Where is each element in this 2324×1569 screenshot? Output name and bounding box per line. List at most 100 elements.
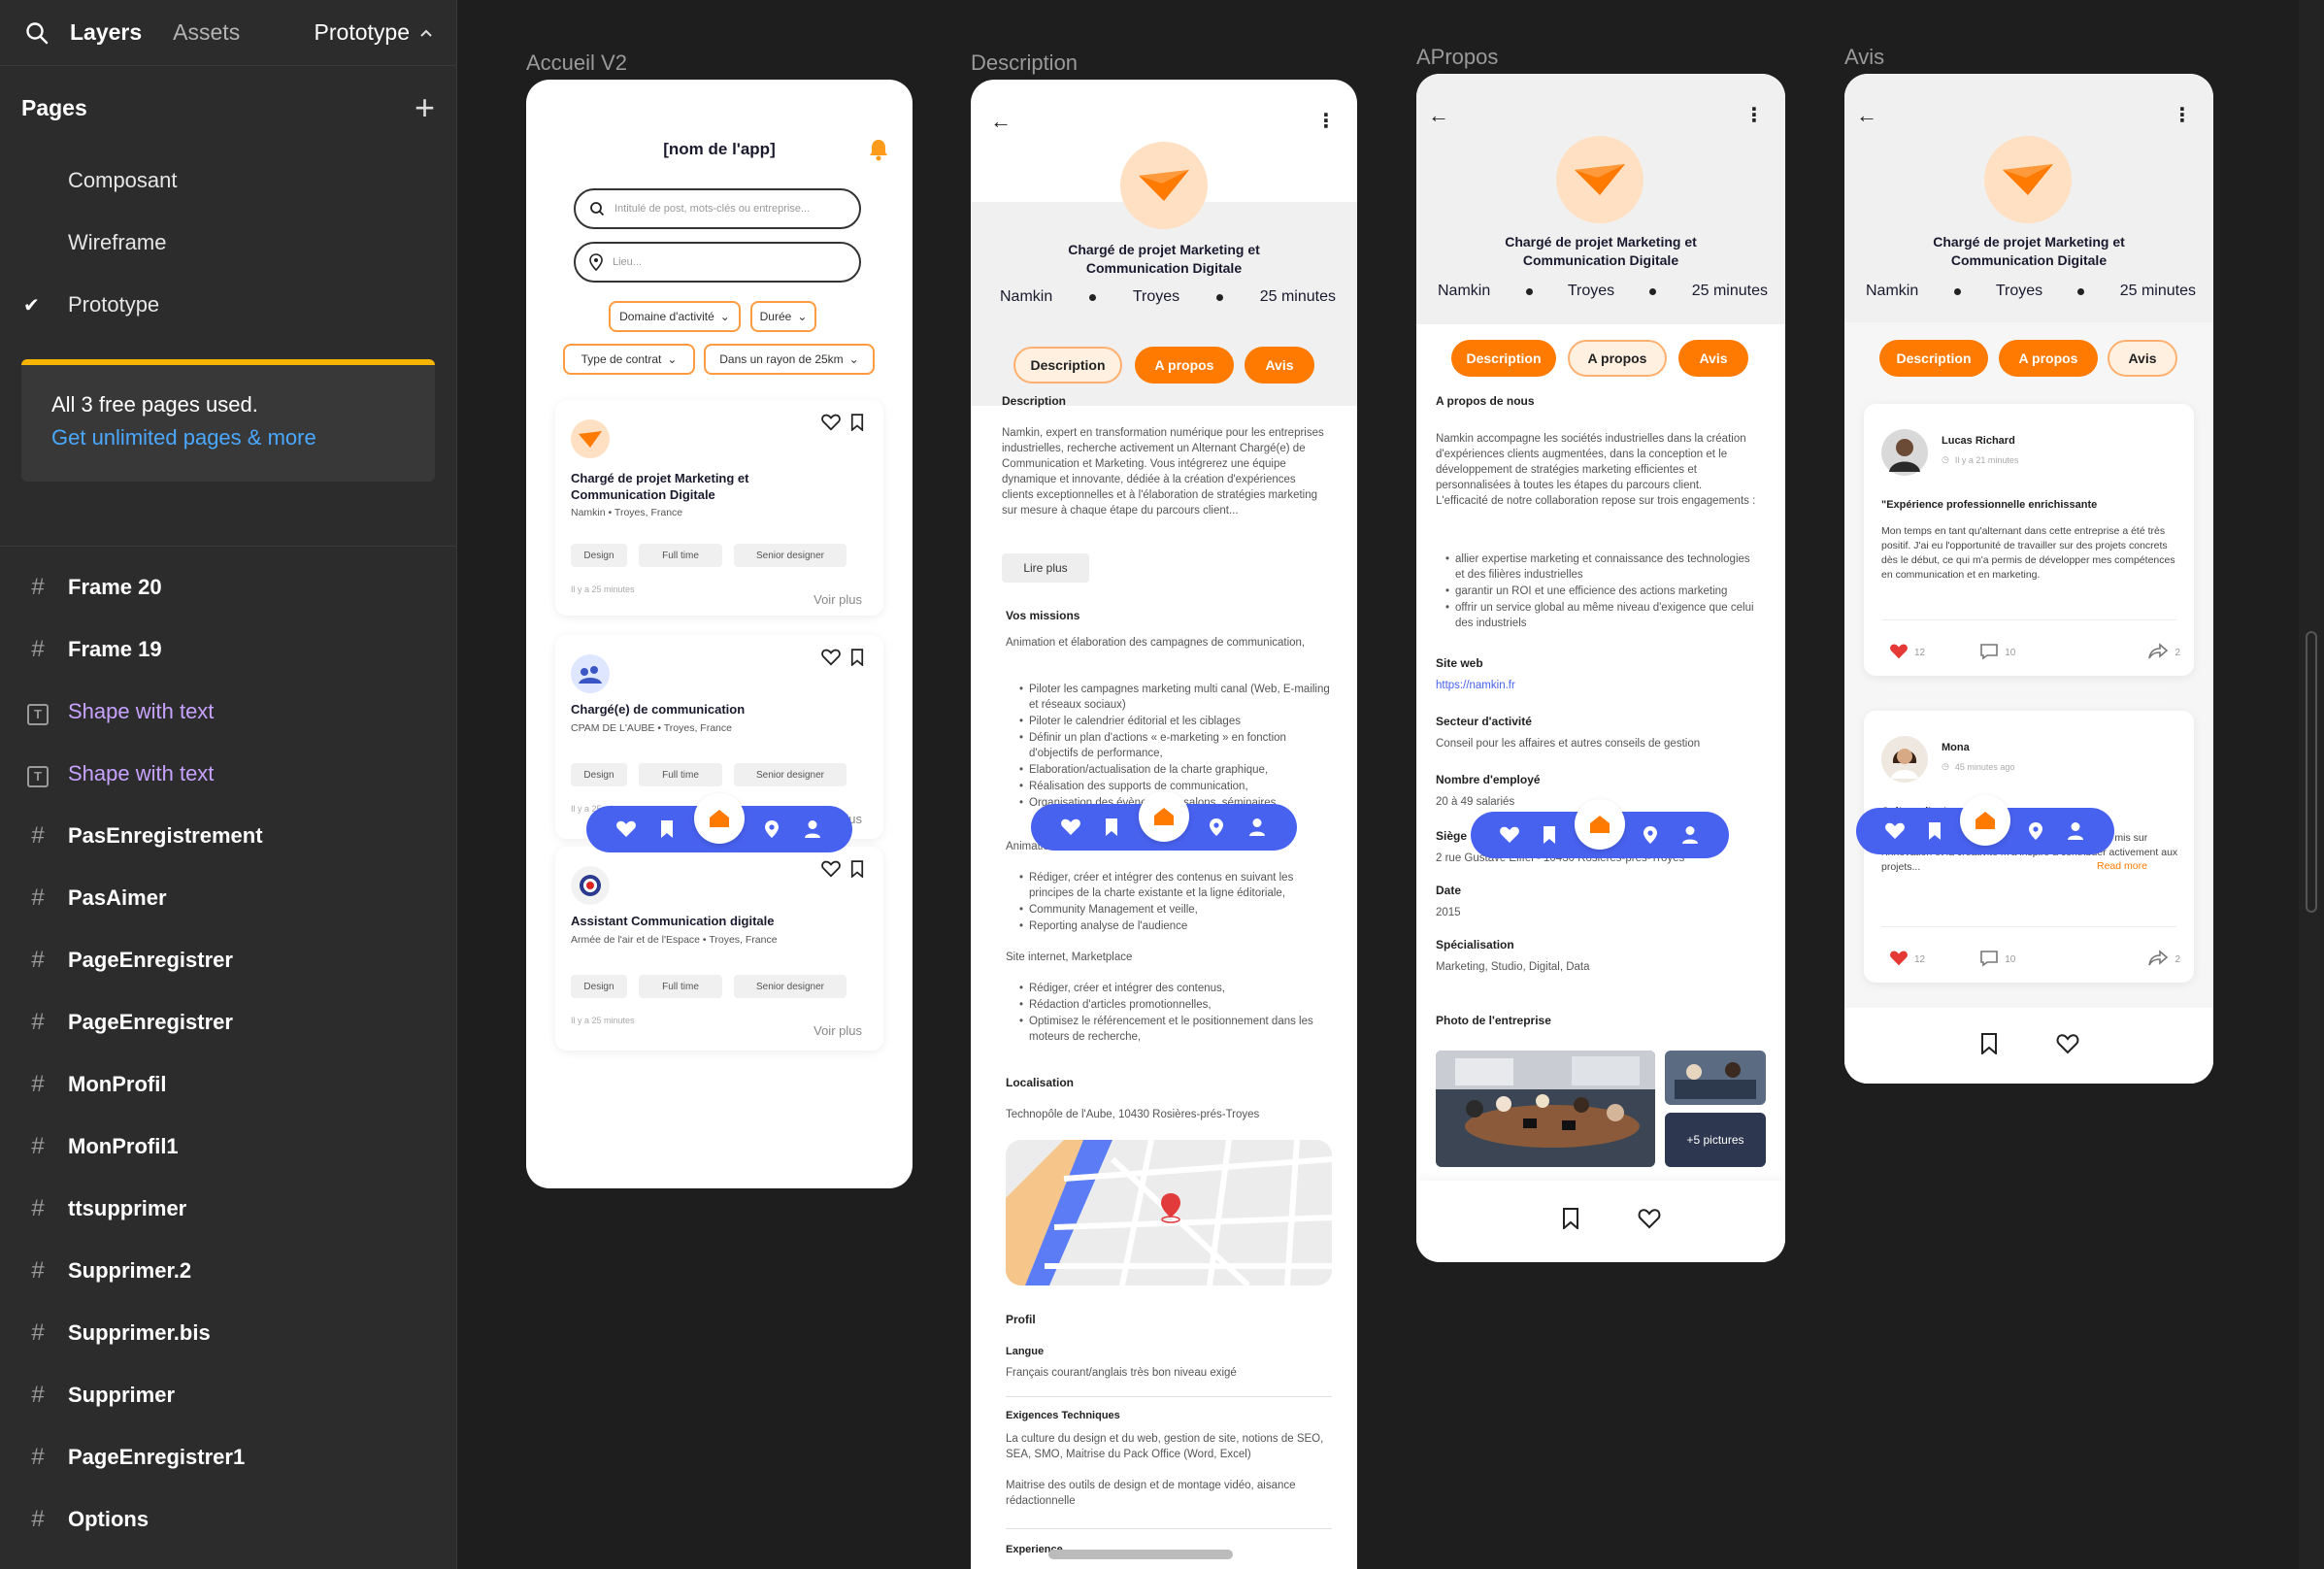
more-pictures-button[interactable]: +5 pictures [1665, 1113, 1766, 1167]
heart-icon[interactable] [1057, 814, 1084, 841]
heart-icon[interactable] [1496, 821, 1523, 849]
page-item-wireframe[interactable]: Wireframe [0, 212, 456, 274]
mode-dropdown[interactable]: Prototype [315, 19, 433, 46]
tab-apropos[interactable]: A propos [1999, 340, 2098, 377]
filter-contrat[interactable]: Type de contrat ⌄ [563, 344, 695, 375]
bookmark-icon[interactable] [1098, 814, 1125, 841]
bookmark-icon[interactable] [1536, 821, 1563, 849]
location-pin-icon[interactable] [1203, 814, 1230, 841]
heart-icon[interactable] [1881, 818, 1909, 845]
search-input[interactable]: Intitulé de post, mots-clés ou entrepris… [574, 188, 861, 229]
layer-item[interactable]: # PageEnregistrer1 [0, 1426, 456, 1488]
scrollbar-thumb[interactable] [2306, 631, 2317, 913]
job-card[interactable]: Assistant Communication digitale Armée de… [555, 847, 883, 1051]
job-card[interactable]: Chargé de projet Marketing et Communicat… [555, 400, 883, 616]
bookmark-icon[interactable] [850, 860, 864, 883]
home-icon[interactable] [694, 793, 745, 844]
filter-domaine[interactable]: Domaine d'activité ⌄ [609, 301, 741, 332]
location-pin-icon[interactable] [2022, 818, 2049, 845]
home-icon[interactable] [1574, 799, 1625, 850]
comment-button[interactable]: 10 [1979, 950, 2015, 970]
tab-avis[interactable]: Avis [1245, 347, 1314, 384]
tab-avis[interactable]: Avis [1678, 340, 1748, 377]
bookmark-icon[interactable] [1562, 1208, 1579, 1234]
frame-label-description[interactable]: Description [971, 50, 1078, 76]
filter-duree[interactable]: Durée ⌄ [750, 301, 816, 332]
comment-button[interactable]: 10 [1979, 643, 2015, 663]
heart-icon[interactable] [613, 816, 640, 843]
user-icon[interactable] [1244, 814, 1271, 841]
scroll-indicator[interactable] [1048, 1550, 1233, 1559]
tab-description[interactable]: Description [1879, 340, 1988, 377]
home-icon[interactable] [1959, 795, 2010, 846]
layer-item[interactable]: # Supprimer.2 [0, 1240, 456, 1302]
location-pin-icon[interactable] [1637, 821, 1664, 849]
canvas[interactable]: Accueil V2 [nom de l'app] Intitulé de po… [457, 0, 2324, 1569]
layer-item[interactable]: # PasEnregistrement [0, 805, 456, 867]
like-button[interactable]: 12 [1889, 643, 1925, 663]
back-arrow-icon[interactable]: ← [1856, 103, 1877, 128]
layer-item[interactable]: # MonProfil1 [0, 1116, 456, 1178]
see-more-link[interactable]: Voir plus [813, 1023, 862, 1038]
layer-item[interactable]: # ttsupprimer [0, 1178, 456, 1240]
tab-apropos[interactable]: A propos [1135, 347, 1234, 384]
read-more-link[interactable]: Read more [2097, 860, 2147, 872]
share-button[interactable]: 2 [2147, 950, 2180, 970]
search-icon[interactable] [23, 19, 50, 47]
home-icon[interactable] [1139, 791, 1189, 842]
bookmark-icon[interactable] [850, 649, 864, 671]
add-page-icon[interactable]: + [415, 90, 435, 125]
back-arrow-icon[interactable]: ← [1428, 103, 1449, 128]
frame-label-apropos[interactable]: APropos [1416, 45, 1498, 70]
layer-item[interactable]: T Shape with text [0, 681, 456, 743]
page-item-prototype[interactable]: ✔ Prototype [0, 274, 456, 336]
tab-description[interactable]: Description [1013, 347, 1122, 384]
tab-assets[interactable]: Assets [173, 19, 240, 46]
layer-item[interactable]: # Supprimer [0, 1364, 456, 1426]
company-photo-2[interactable] [1665, 1051, 1766, 1105]
map[interactable] [1006, 1140, 1332, 1285]
heart-icon[interactable] [2056, 1033, 2079, 1059]
see-more-link[interactable]: Voir plus [813, 592, 862, 607]
layer-item[interactable]: T Shape with text [0, 743, 456, 805]
company-photo-main[interactable] [1436, 1051, 1655, 1167]
layer-item[interactable]: # Frame 19 [0, 618, 456, 681]
read-more-button[interactable]: Lire plus [1002, 553, 1089, 583]
heart-icon[interactable] [821, 414, 841, 436]
layer-item[interactable]: #PageJAime [0, 1551, 456, 1569]
layer-item[interactable]: # PageEnregistrer [0, 929, 456, 991]
bookmark-icon[interactable] [1980, 1033, 1998, 1059]
heart-icon[interactable] [1638, 1208, 1661, 1234]
frame-label-accueil[interactable]: Accueil V2 [526, 50, 627, 76]
layer-item[interactable]: # PageEnregistrer [0, 991, 456, 1053]
location-pin-icon[interactable] [758, 816, 785, 843]
more-vertical-icon[interactable]: ⋮ [2173, 103, 2192, 127]
tab-apropos[interactable]: A propos [1568, 340, 1667, 377]
frame-accueil[interactable]: [nom de l'app] Intitulé de post, mots-cl… [526, 80, 913, 1188]
frame-apropos[interactable]: ← ⋮ Chargé de projet Marketing et Commun… [1416, 74, 1785, 1262]
layer-item[interactable]: # Supprimer.bis [0, 1302, 456, 1364]
bell-icon[interactable] [868, 138, 889, 166]
frame-label-avis[interactable]: Avis [1844, 45, 1884, 70]
like-button[interactable]: 12 [1889, 950, 1925, 970]
upsell-link[interactable]: Get unlimited pages & more [51, 425, 405, 451]
layer-item[interactable]: # Frame 20 [0, 556, 456, 618]
frame-description[interactable]: ← ⋮ Chargé de projet Marketing et Commun… [971, 80, 1357, 1569]
share-button[interactable]: 2 [2147, 643, 2180, 663]
bookmark-icon[interactable] [1921, 818, 1948, 845]
page-item-composant[interactable]: Composant [0, 150, 456, 212]
layer-item[interactable]: # Options [0, 1488, 456, 1551]
more-vertical-icon[interactable]: ⋮ [1744, 103, 1764, 127]
layer-item[interactable]: # PasAimer [0, 867, 456, 929]
tab-avis[interactable]: Avis [2108, 340, 2177, 377]
tab-description[interactable]: Description [1451, 340, 1556, 377]
user-icon[interactable] [1677, 821, 1704, 849]
bookmark-icon[interactable] [850, 414, 864, 436]
website-link[interactable]: https://namkin.fr [1436, 678, 1515, 693]
more-vertical-icon[interactable]: ⋮ [1316, 109, 1336, 133]
layer-item[interactable]: # MonProfil [0, 1053, 456, 1116]
tab-layers[interactable]: Layers [70, 19, 142, 46]
canvas-scrollbar[interactable] [2299, 0, 2324, 1569]
frame-avis[interactable]: ← ⋮ Chargé de projet Marketing et Commun… [1844, 74, 2213, 1084]
heart-icon[interactable] [821, 860, 841, 883]
